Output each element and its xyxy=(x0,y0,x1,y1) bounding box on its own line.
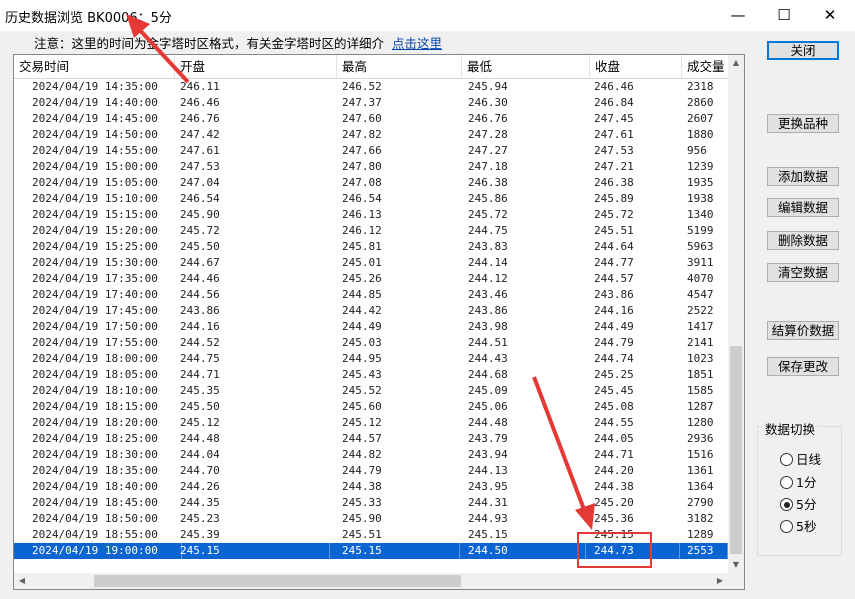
highlight-box xyxy=(577,532,652,568)
annotation-overlay xyxy=(126,14,652,568)
arrow-to-title-icon xyxy=(126,14,190,84)
arrow-to-close-price-icon xyxy=(532,376,595,530)
